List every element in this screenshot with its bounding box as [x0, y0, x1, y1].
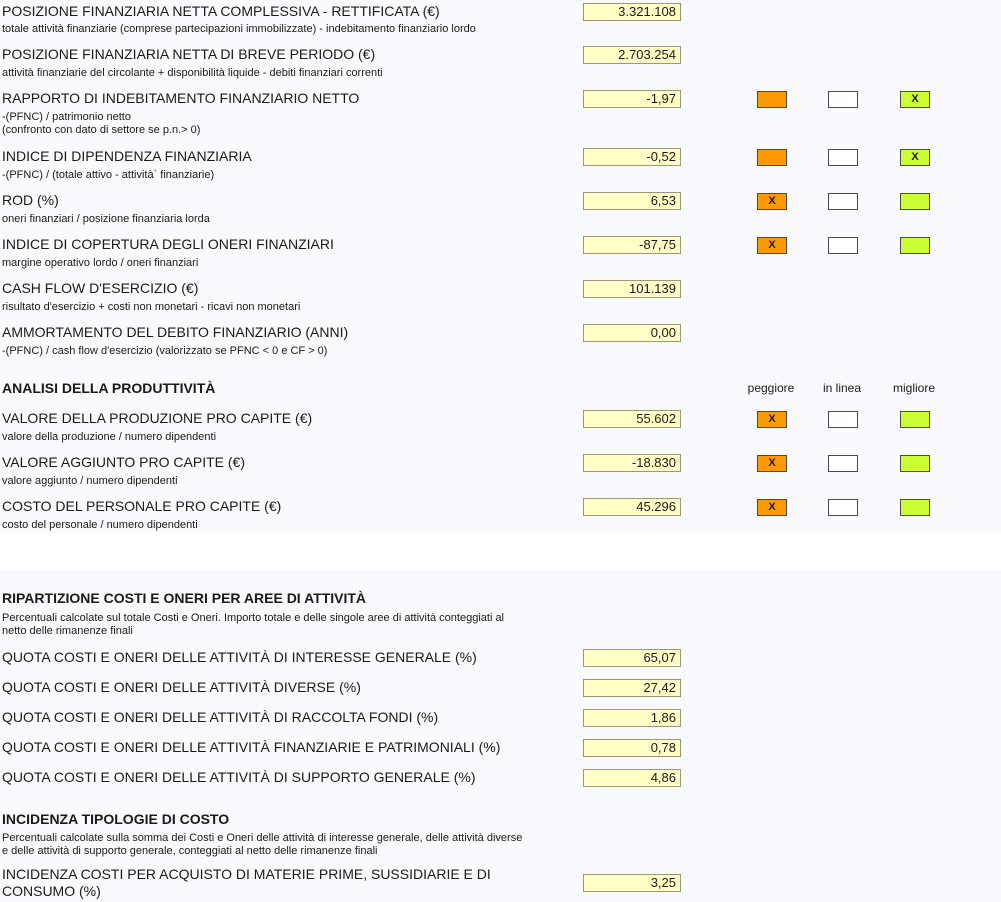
section-title-produttivita: ANALISI DELLA PRODUTTIVITÀ — [2, 380, 216, 396]
indicator-inline — [828, 499, 858, 516]
header-worse: peggiore — [747, 381, 795, 395]
section-desc-ripartizione: Percentuali calcolate sul totale Costi e… — [2, 612, 505, 637]
indicator-better: X — [900, 91, 930, 108]
value-cell: -0,52 — [583, 148, 681, 166]
indicator-inline — [828, 411, 858, 428]
value-cell: 0,00 — [583, 324, 681, 342]
row-title: POSIZIONE FINANZIARIA NETTA COMPLESSIVA … — [2, 3, 440, 19]
indicator-better — [900, 411, 930, 428]
row-title: ROD (%) — [2, 192, 59, 208]
row-title: INDICE DI COPERTURA DEGLI ONERI FINANZIA… — [2, 236, 334, 252]
row-desc: valore della produzione / numero dipende… — [2, 431, 217, 443]
row-title: VALORE AGGIUNTO PRO CAPITE (€) — [2, 454, 245, 470]
value-cell: 65,07 — [583, 649, 681, 667]
row-title-line1: INCIDENZA COSTI PER ACQUISTO DI MATERIE … — [2, 866, 491, 882]
row-title: RAPPORTO DI INDEBITAMENTO FINANZIARIO NE… — [2, 90, 360, 106]
row-desc: totale attività finanziarie (comprese pa… — [2, 23, 476, 35]
section-separator — [0, 533, 1001, 569]
header-better: migliore — [892, 381, 935, 395]
row-title: QUOTA COSTI E ONERI DELLE ATTIVITÀ FINAN… — [2, 739, 501, 755]
header-inline: in linea — [822, 381, 862, 395]
section-title-ripartizione: RIPARTIZIONE COSTI E ONERI PER AREE DI A… — [2, 590, 367, 606]
value-cell: 2.703.254 — [583, 46, 681, 64]
row-desc: margine operativo lordo / oneri finanzia… — [2, 257, 199, 269]
row-desc: valore aggiunto / numero dipendenti — [2, 475, 178, 487]
row-title: POSIZIONE FINANZIARIA NETTA DI BREVE PER… — [2, 46, 376, 62]
indicator-better — [900, 193, 930, 210]
indicator-worse — [757, 149, 787, 166]
value-cell: -87,75 — [583, 236, 681, 254]
indicator-worse — [757, 91, 787, 108]
row-title: AMMORTAMENTO DEL DEBITO FINANZIARIO (ANN… — [2, 324, 349, 340]
value-cell: 0,78 — [583, 739, 681, 757]
indicator-inline — [828, 237, 858, 254]
indicator-worse: X — [757, 455, 787, 472]
row-title: INDICE DI DIPENDENZA FINANZIARIA — [2, 148, 252, 164]
row-desc: -(PFNC) / (totale attivo - attività` fin… — [2, 169, 215, 181]
indicator-inline — [828, 91, 858, 108]
value-cell: 6,53 — [583, 192, 681, 210]
indicator-worse: X — [757, 499, 787, 516]
value-cell: 3,25 — [583, 874, 681, 892]
row-desc: -(PFNC) / patrimonio netto (confronto co… — [2, 111, 201, 136]
row-title: QUOTA COSTI E ONERI DELLE ATTIVITÀ DI IN… — [2, 649, 477, 665]
value-cell: 4,86 — [583, 769, 681, 787]
value-cell: -1,97 — [583, 90, 681, 108]
row-desc: -(PFNC) / cash flow d'esercizio (valoriz… — [2, 345, 328, 357]
row-title: CASH FLOW D'ESERCIZIO (€) — [2, 280, 199, 296]
row-desc: costo del personale / numero dipendenti — [2, 519, 198, 531]
section-desc-incidenza: Percentuali calcolate sulla somma dei Co… — [2, 832, 523, 857]
indicator-worse: X — [757, 193, 787, 210]
row-title: QUOTA COSTI E ONERI DELLE ATTIVITÀ DI RA… — [2, 709, 439, 725]
value-cell: 3.321.108 — [583, 3, 681, 21]
value-cell: -18.830 — [583, 454, 681, 472]
row-title: VALORE DELLA PRODUZIONE PRO CAPITE (€) — [2, 410, 313, 426]
row-title: QUOTA COSTI E ONERI DELLE ATTIVITÀ DI SU… — [2, 769, 476, 785]
row-desc: attività finanziarie del circolante + di… — [2, 67, 383, 79]
value-cell: 1,86 — [583, 709, 681, 727]
row-title-line2: CONSUMO (%) — [2, 883, 101, 899]
row-title: QUOTA COSTI E ONERI DELLE ATTIVITÀ DIVER… — [2, 679, 361, 695]
indicator-inline — [828, 193, 858, 210]
indicator-inline — [828, 455, 858, 472]
row-desc: oneri finanziari / posizione finanziaria… — [2, 213, 210, 225]
row-title: COSTO DEL PERSONALE PRO CAPITE (€) — [2, 498, 282, 514]
indicator-better — [900, 455, 930, 472]
section-title-incidenza: INCIDENZA TIPOLOGIE DI COSTO — [2, 811, 230, 827]
value-cell: 45.296 — [583, 498, 681, 516]
indicator-worse: X — [757, 411, 787, 428]
value-cell: 27,42 — [583, 679, 681, 697]
value-cell: 55.602 — [583, 410, 681, 428]
value-cell: 101.139 — [583, 280, 681, 298]
indicator-inline — [828, 149, 858, 166]
indicator-better — [900, 499, 930, 516]
row-desc: risultato d'esercizio + costi non moneta… — [2, 301, 301, 313]
indicator-worse: X — [757, 237, 787, 254]
indicator-better — [900, 237, 930, 254]
indicator-better: X — [900, 149, 930, 166]
